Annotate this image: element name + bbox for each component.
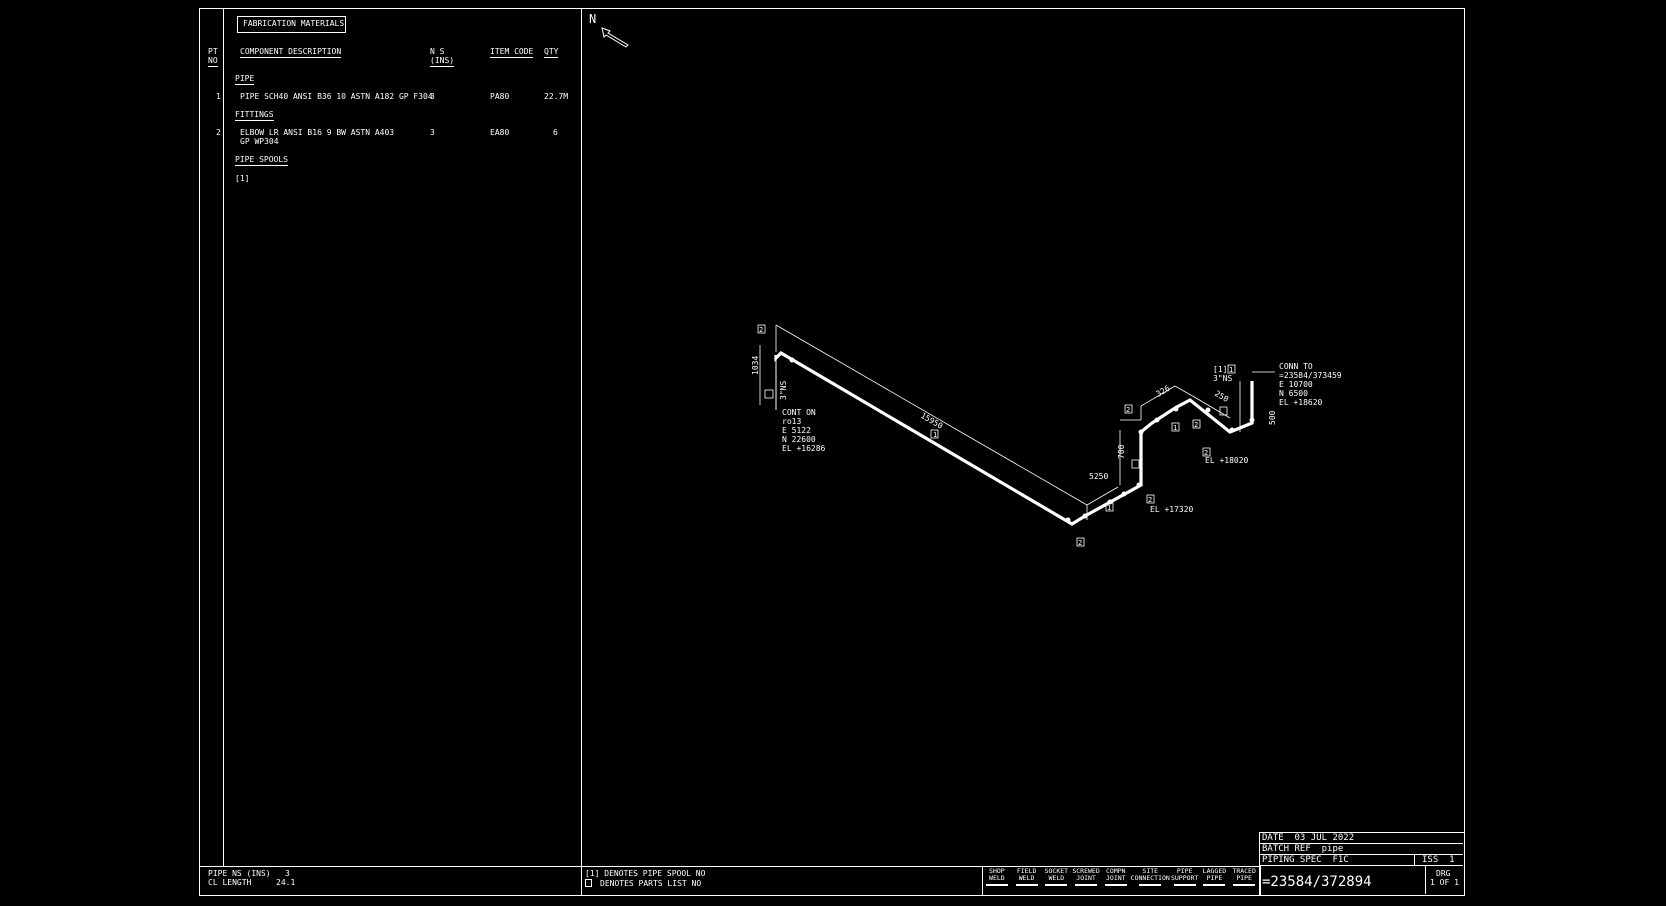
- legend-symbol-icon: [1075, 884, 1098, 886]
- cl-length-value: 24.1: [276, 878, 296, 887]
- size-a: 3"NS: [779, 381, 788, 400]
- legend-item: SCREWED JOINT: [1071, 868, 1101, 892]
- tb-line-3: [1259, 865, 1463, 866]
- isometric-drawing: 2 1 2 1 2 2 1 2 1 2 1034 3"NS 15950 5250…: [751, 324, 1342, 547]
- legend-item: SHOP WELD: [982, 868, 1012, 892]
- legend-symbol-icon: [1233, 884, 1256, 886]
- legend-line-2: PIPE: [1236, 874, 1252, 882]
- legend-symbol-icon: [985, 884, 1008, 886]
- legend-symbol-icon: [1139, 884, 1162, 886]
- cont-on-2: ro13: [782, 417, 801, 426]
- tag-2a: 2: [759, 326, 763, 334]
- drawing-number: =23584/372894: [1262, 874, 1372, 890]
- dim-326: 326: [1155, 384, 1172, 399]
- dim-500: 500: [1268, 410, 1277, 425]
- piping-spec: PIPING SPEC F1C: [1262, 855, 1349, 865]
- pipe-run: [774, 350, 1254, 526]
- dim-15950: 15950: [919, 411, 945, 431]
- legend-line-2: WELD: [989, 874, 1005, 882]
- spool-tag: [1]: [1213, 365, 1227, 374]
- note-parts: DENOTES PARTS LIST NO: [600, 879, 702, 888]
- drg-label: DRG: [1436, 869, 1451, 878]
- legend-item: FIELD WELD: [1012, 868, 1042, 892]
- cont-on-3: E 5122: [782, 426, 811, 435]
- tag-2b: 2: [1078, 539, 1082, 547]
- shop-welds: [789, 357, 1255, 523]
- tb-drg-divider: [1425, 866, 1426, 894]
- pipe-ns-value: 3: [285, 869, 290, 878]
- conn-to-5: EL +18620: [1279, 398, 1323, 407]
- legend-line-2: PIPE: [1206, 874, 1223, 882]
- legend-line-2: SUPPORT: [1170, 874, 1199, 882]
- conn-to-3: E 10700: [1279, 380, 1313, 389]
- cont-on-1: CONT ON: [782, 408, 816, 417]
- el-18020: EL +18020: [1205, 456, 1249, 465]
- dim-5250: 5250: [1089, 472, 1108, 481]
- legend-item: PIPE SUPPORT: [1170, 868, 1200, 892]
- legend-item: SITE CONNECTION: [1131, 868, 1170, 892]
- cont-on-4: N 22600: [782, 435, 816, 444]
- dim-1034: 1034: [751, 356, 760, 375]
- conn-to-4: N 6500: [1279, 389, 1308, 398]
- cl-length-label: CL LENGTH: [208, 878, 252, 887]
- tag-2c: 2: [1126, 406, 1130, 414]
- tag-1c: 1: [1173, 424, 1177, 432]
- legend-item: LAGGED PIPE: [1200, 868, 1230, 892]
- tb-iss-divider: [1414, 854, 1415, 865]
- sheet-number: 1 OF 1: [1430, 878, 1459, 887]
- pipe-ns-label: PIPE NS (INS): [208, 869, 271, 878]
- legend-symbol-icon: [1173, 884, 1196, 886]
- legend-line-2: JOINT: [1106, 874, 1126, 882]
- legend-item: SOCKET WELD: [1041, 868, 1071, 892]
- el-17320: EL +17320: [1150, 505, 1194, 514]
- tag-1b: 1: [1107, 504, 1111, 512]
- note-spool: [1] DENOTES PIPE SPOOL NO: [585, 869, 706, 878]
- conn-to-2: =23584/373459: [1279, 371, 1342, 380]
- batch-ref: BATCH REF pipe: [1262, 844, 1344, 854]
- tag-2e: 2: [1194, 421, 1198, 429]
- cont-on-5: EL +16286: [782, 444, 826, 453]
- legend-symbol-icon: [1203, 884, 1226, 886]
- legend-line-2: JOINT: [1076, 874, 1096, 882]
- size-b: 3"NS: [1213, 374, 1232, 383]
- issue: ISS 1: [1422, 855, 1455, 865]
- legend-symbol-icon: [1104, 884, 1127, 886]
- legend-line-2: WELD: [1048, 874, 1065, 882]
- tag-1d: 1: [1229, 366, 1233, 374]
- tag-2d: 2: [1148, 496, 1152, 504]
- dim-250: 250: [1213, 389, 1230, 404]
- legend-line-2: WELD: [1018, 874, 1035, 882]
- legend: SHOP WELD FIELD WELD SOCKET WELD SCREWED JOINT C…: [982, 868, 1259, 892]
- legend-symbol-icon: [1015, 884, 1038, 886]
- date: DATE 03 JUL 2022: [1262, 833, 1355, 843]
- note-parts-icon: [585, 879, 592, 887]
- dim-700: 700: [1117, 444, 1126, 459]
- legend-item: TRACED PIPE: [1229, 868, 1259, 892]
- tag-1a: 1: [933, 431, 937, 439]
- legend-line-2: CONNECTION: [1130, 874, 1170, 882]
- legend-item: COMPN JOINT: [1101, 868, 1131, 892]
- legend-symbol-icon: [1045, 884, 1068, 886]
- conn-to-1: CONN TO: [1279, 362, 1313, 371]
